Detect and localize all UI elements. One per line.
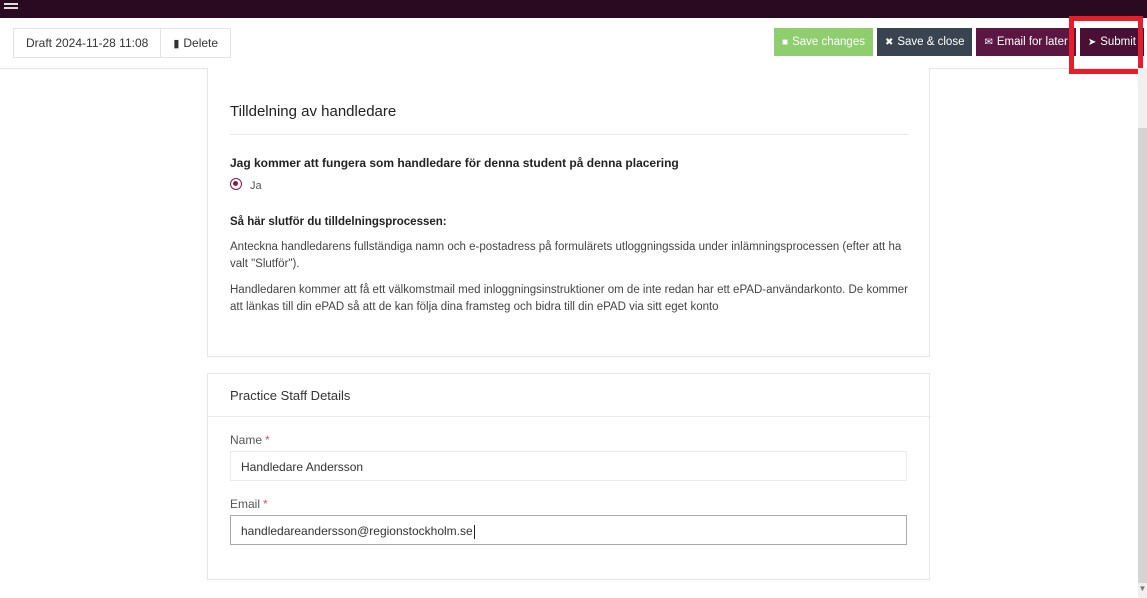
assignment-card: Tilldelning av handledare Jag kommer att… [207, 68, 930, 357]
envelope-icon: ✉ [984, 37, 993, 48]
email-label: Email * [230, 497, 268, 511]
save-changes-button[interactable]: ■ Save changes [774, 28, 873, 56]
trash-icon: ▮ [173, 38, 180, 50]
scroll-down-arrow-icon[interactable]: ▼ [1138, 584, 1147, 596]
delete-button[interactable]: ▮ Delete [161, 28, 232, 58]
staff-card-title: Practice Staff Details [230, 388, 351, 403]
email-later-button[interactable]: ✉ Email for later [976, 28, 1076, 56]
required-mark: * [263, 497, 268, 511]
draft-status: Draft 2024-11-28 11:08 [13, 28, 162, 58]
delete-label: Delete [183, 36, 219, 50]
email-label-text: Email [230, 497, 261, 511]
name-label-text: Name [230, 433, 263, 447]
scrollbar-thumb[interactable] [1138, 128, 1147, 583]
assignment-title: Tilldelning av handledare [230, 103, 397, 120]
save-close-button[interactable]: ✖ Save & close [876, 28, 973, 56]
email-field[interactable]: handledareandersson@regionstockholm.se [230, 515, 907, 545]
close-icon: ✖ [884, 37, 894, 48]
staff-card-header: Practice Staff Details [208, 374, 929, 417]
howto-heading: Så här slutför du tilldelningsprocessen: [230, 216, 447, 228]
floppy-icon: ■ [782, 37, 789, 48]
radio-ja[interactable] [230, 178, 242, 190]
instruction-paragraph-2: Handledaren kommer att få ett välkomstma… [230, 284, 908, 313]
save-close-label: Save & close [897, 36, 965, 48]
email-value: handledareandersson@regionstockholm.se [241, 524, 473, 538]
top-header-strip [0, 0, 1147, 18]
required-mark: * [265, 433, 270, 447]
name-field[interactable]: Handledare Andersson [230, 451, 907, 481]
text-cursor [473, 524, 475, 539]
divider [230, 134, 908, 135]
staff-details-card: Practice Staff Details Name * Handledare … [207, 373, 930, 580]
hamburger-menu-icon[interactable] [4, 3, 18, 11]
instruction-paragraph-1: Anteckna handledarens fullständiga namn … [230, 241, 902, 270]
question-label: Jag kommer att fungera som handledare fö… [230, 156, 679, 170]
email-later-label: Email for later [996, 36, 1068, 48]
submit-highlight-box [1069, 16, 1143, 74]
name-label: Name * [230, 433, 270, 447]
form-toolbar: Draft 2024-11-28 11:08 ▮ Delete ■ Save cha… [0, 18, 1147, 69]
name-value: Handledare Andersson [241, 460, 364, 474]
radio-ja-label[interactable]: Ja [250, 180, 262, 192]
save-changes-label: Save changes [792, 36, 865, 48]
